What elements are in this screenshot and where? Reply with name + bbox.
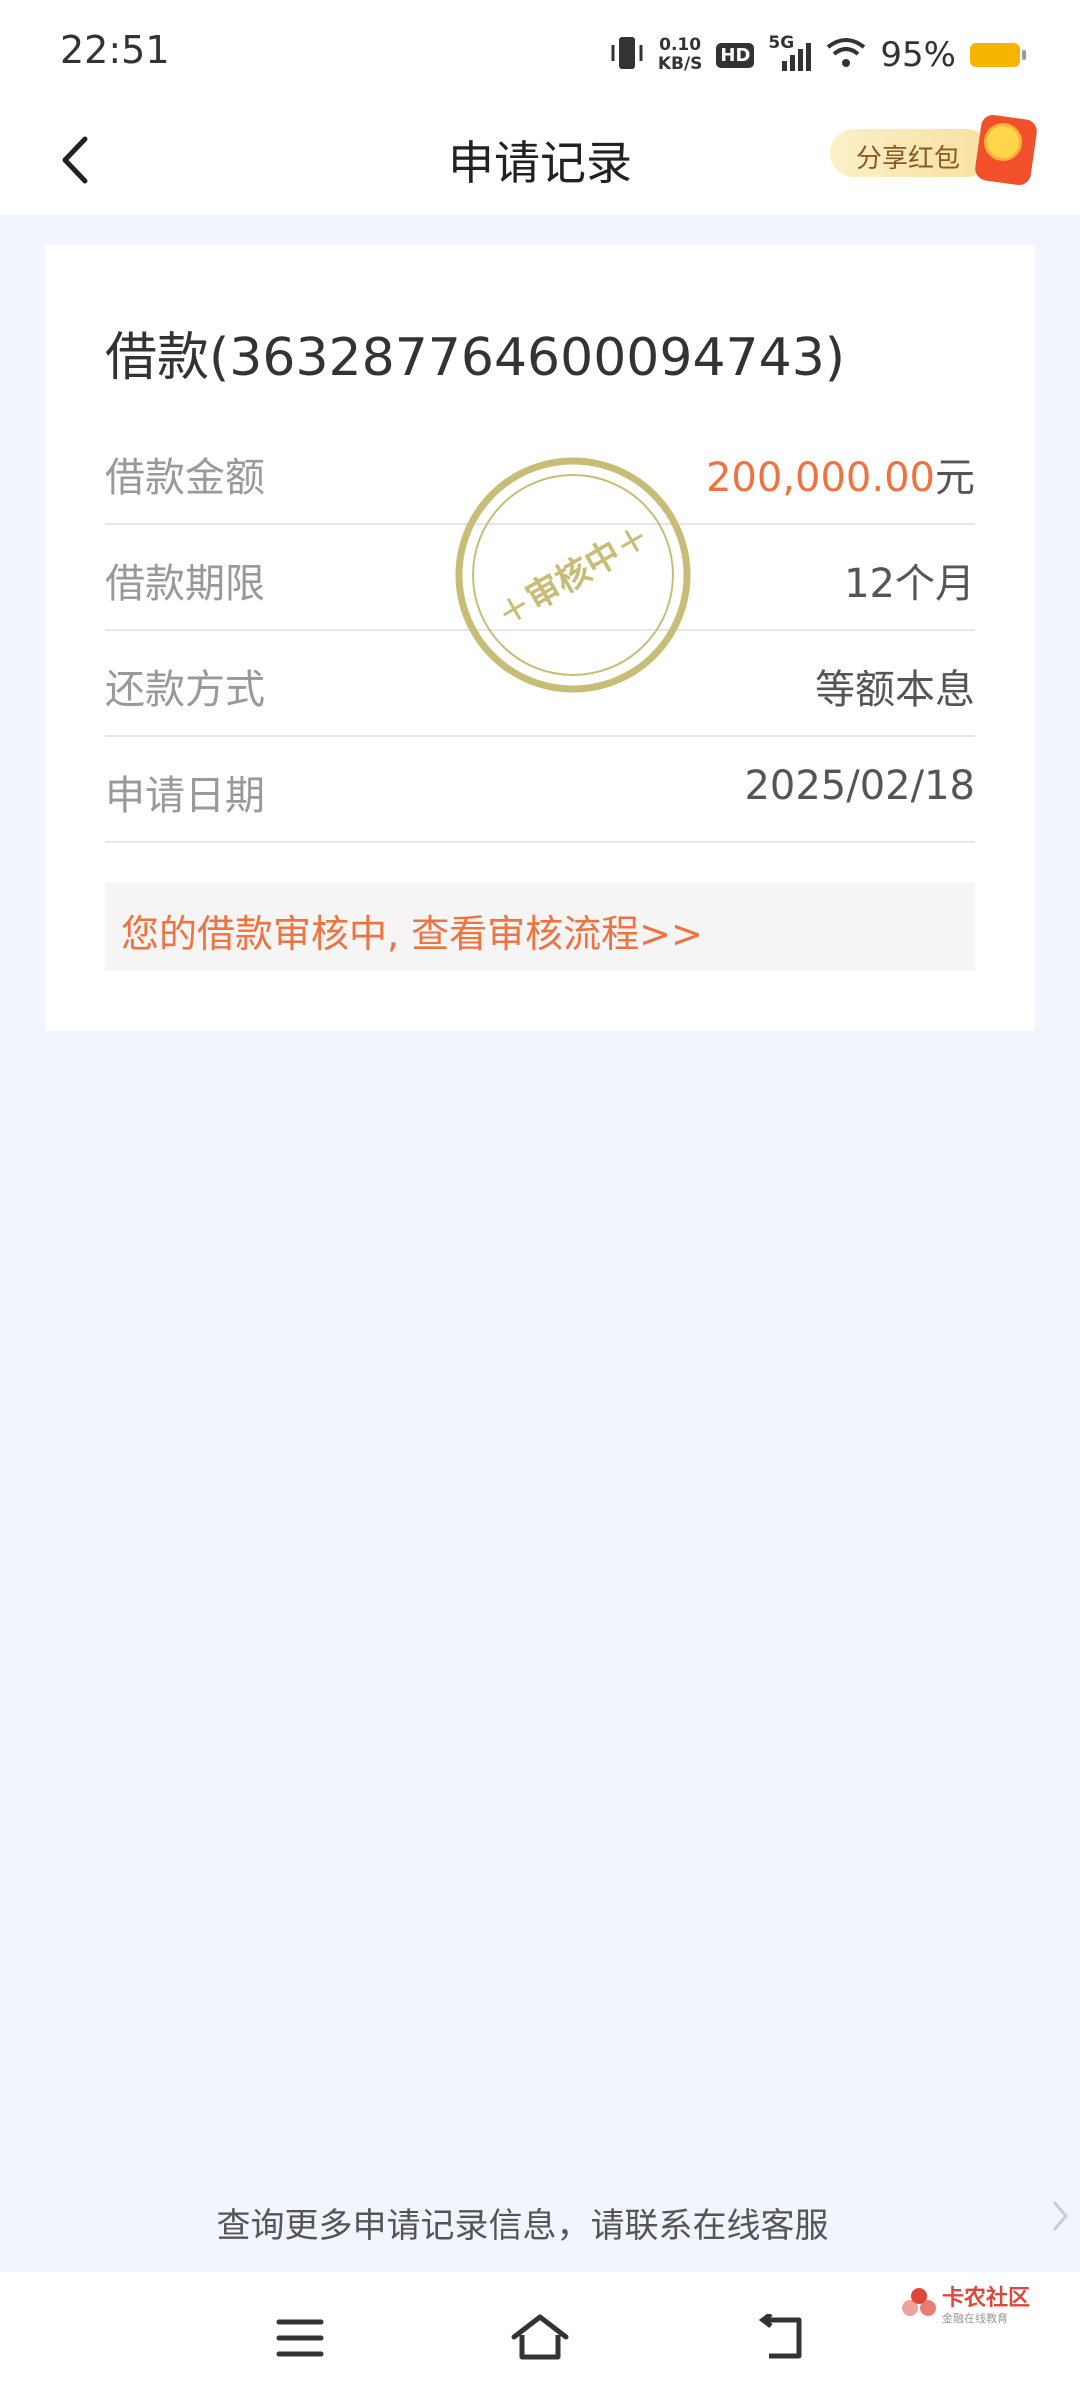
row-label: 申请日期 — [105, 773, 265, 819]
share-label: 分享红包 — [856, 144, 961, 174]
menu-button[interactable] — [270, 2308, 330, 2368]
row-label: 借款期限 — [105, 561, 265, 607]
loan-amount: 200,000.00 — [705, 455, 935, 501]
review-status-stamp: 审核中 — [453, 455, 693, 695]
row-label: 借款金额 — [105, 455, 265, 501]
loan-title: 借款(363287764600094743) — [105, 328, 846, 388]
nav-bar: 申请记录 分享红包 — [0, 105, 1080, 215]
home-button[interactable] — [510, 2308, 570, 2368]
coin-icon — [984, 123, 1022, 161]
share-red-packet-button[interactable]: 分享红包 — [830, 113, 1040, 189]
back-nav-button[interactable] — [750, 2308, 810, 2368]
vibrate-icon — [610, 35, 644, 75]
watermark-flower-icon — [902, 2288, 936, 2316]
row-value: 2025/02/18 — [744, 763, 975, 809]
review-notice-link[interactable]: 您的借款审核中, 查看审核流程>> — [105, 883, 975, 971]
loan-record-card[interactable]: 借款(363287764600094743) 借款金额 200,000.00元 … — [45, 245, 1035, 1031]
status-bar: 22:51 0.10 KB/S HD 5G 95% — [0, 0, 1080, 105]
wifi-icon — [826, 37, 866, 73]
net-speed-unit: KB/S — [657, 54, 703, 74]
row-application-date: 申请日期 2025/02/18 — [105, 735, 975, 843]
watermark-sub: 金融在线教育 — [942, 2312, 1008, 2325]
home-icon — [511, 2314, 569, 2360]
row-value: 200,000.00元 — [706, 445, 975, 503]
battery-icon — [970, 43, 1026, 67]
battery-percent: 95% — [880, 35, 956, 75]
row-value: 12个月 — [844, 561, 975, 607]
row-value: 等额本息 — [815, 667, 975, 713]
review-notice-text: 您的借款审核中, 查看审核流程>> — [121, 912, 703, 956]
contact-service-text[interactable]: 查询更多申请记录信息，请联系在线客服 — [0, 2198, 1045, 2247]
signal-icon: 5G — [768, 33, 812, 73]
net-speed: 0.10 KB/S — [658, 36, 703, 74]
chevron-right-icon — [1050, 2198, 1070, 2238]
status-time: 22:51 — [60, 28, 170, 72]
row-label: 还款方式 — [105, 667, 265, 713]
watermark-name: 卡农社区 — [942, 2286, 1031, 2311]
menu-icon — [276, 2319, 324, 2357]
hd-badge: HD — [716, 42, 755, 68]
watermark-logo: 卡农社区 金融在线教育 — [900, 2278, 1050, 2338]
stamp-text: 审核中 — [519, 533, 627, 619]
status-icons: 0.10 KB/S HD 5G 95% — [610, 30, 1026, 80]
back-icon — [758, 2314, 802, 2359]
net-speed-value: 0.10 — [659, 35, 702, 55]
amount-unit: 元 — [935, 455, 975, 501]
